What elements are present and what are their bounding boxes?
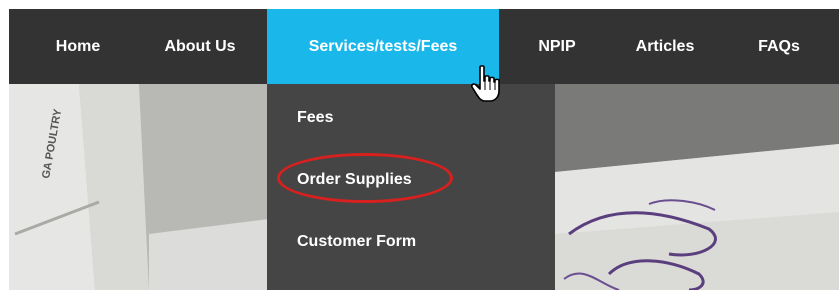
nav-item-faqs[interactable]: FAQs: [739, 9, 819, 84]
nav-item-home[interactable]: Home: [33, 9, 123, 84]
dropdown-item-fees[interactable]: Fees: [267, 88, 555, 148]
services-dropdown-menu: Fees Order Supplies Customer Form: [267, 84, 555, 290]
page: GA POULTRY Home About Us Services/tests/…: [0, 0, 839, 290]
dropdown-item-customer-form[interactable]: Customer Form: [267, 212, 555, 272]
nav-item-about-us[interactable]: About Us: [141, 9, 259, 84]
main-nav-bar: Home About Us Services/tests/Fees NPIP A…: [9, 9, 839, 84]
nav-item-articles[interactable]: Articles: [615, 9, 715, 84]
nav-item-npip[interactable]: NPIP: [517, 9, 597, 84]
dropdown-item-order-supplies[interactable]: Order Supplies: [267, 150, 555, 210]
nav-item-services-tests-fees[interactable]: Services/tests/Fees: [267, 9, 499, 84]
hand-pointer-icon: [470, 65, 500, 102]
